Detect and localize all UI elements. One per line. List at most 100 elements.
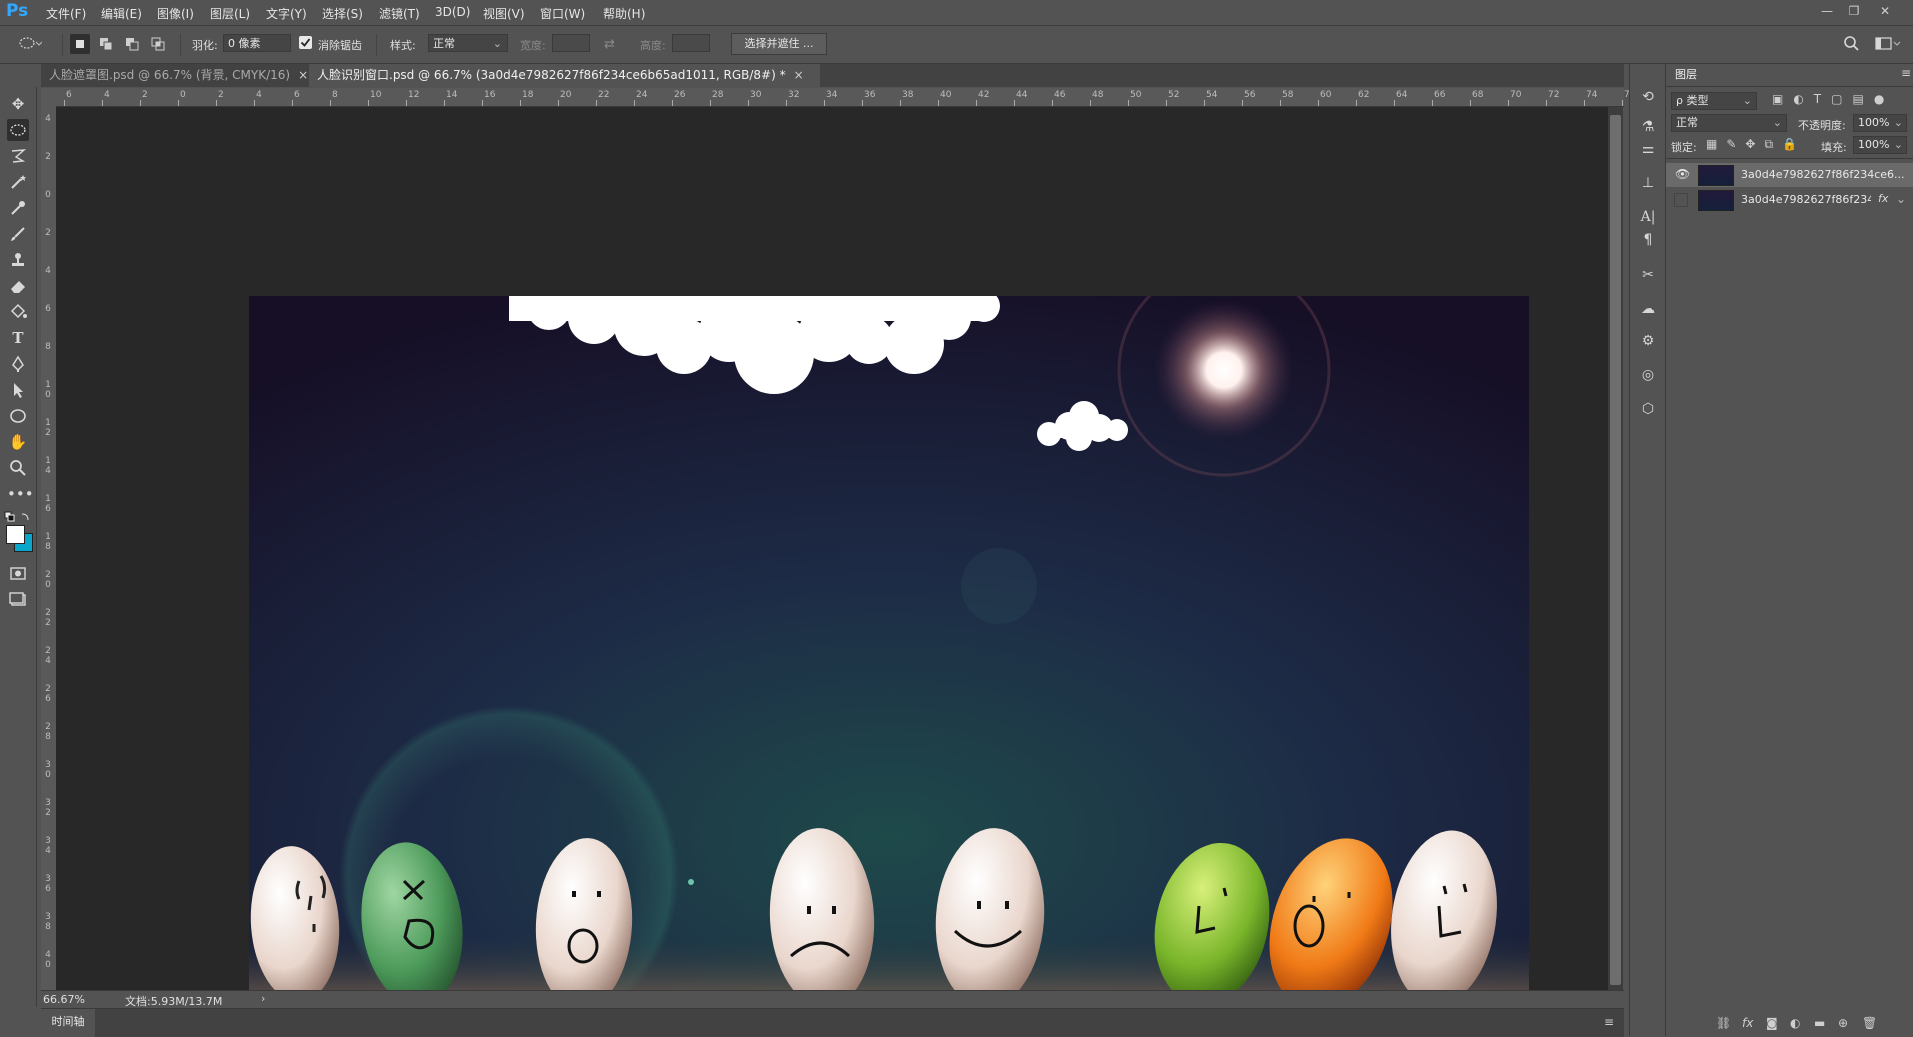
chevron-down-icon[interactable]: ⌄: [1896, 192, 1906, 206]
tab-face-mask[interactable]: 人脸遮罩图.psd @ 66.7% (背景, CMYK/16) ×: [41, 64, 309, 87]
menu-3d[interactable]: 3D(D): [435, 5, 470, 19]
eraser-icon[interactable]: [7, 275, 29, 297]
select-and-mask-button[interactable]: 选择并遮住 ...: [731, 33, 827, 55]
swap-dimensions-icon[interactable]: ⇄: [604, 37, 615, 52]
tab-face-recognition[interactable]: 人脸识别窗口.psd @ 66.7% (3a0d4e7982627f86f234…: [309, 64, 820, 87]
intersect-selection-button[interactable]: [148, 34, 168, 54]
subtract-selection-button[interactable]: [122, 34, 142, 54]
panel-menu-icon[interactable]: ≡: [1901, 66, 1911, 80]
tools-preset-icon[interactable]: ✂: [1637, 264, 1659, 286]
folder-icon[interactable]: ▬: [1814, 1016, 1825, 1030]
eye-icon[interactable]: 👁: [1675, 167, 1690, 181]
ruler-tick-label: 52: [1168, 90, 1180, 100]
ruler-tick-label: 54: [1206, 90, 1218, 100]
scrollbar-thumb[interactable]: [1610, 115, 1621, 985]
paragraph-icon[interactable]: ¶: [1637, 229, 1659, 251]
visibility-toggle[interactable]: [1674, 193, 1688, 207]
brush-icon[interactable]: [7, 223, 29, 245]
properties-icon[interactable]: ⚙: [1637, 330, 1659, 352]
marquee-preset-icon[interactable]: [18, 35, 43, 51]
status-menu-arrow[interactable]: ›: [261, 992, 265, 1005]
menu-view[interactable]: 视图(V): [483, 5, 525, 22]
layer-row[interactable]: 3a0d4e7982627f86f234... fx ⌄: [1666, 188, 1913, 212]
quick-mask-icon[interactable]: [7, 563, 29, 585]
menu-layer[interactable]: 图层(L): [210, 5, 250, 22]
ruler-tick-mark: [672, 100, 673, 106]
width-input[interactable]: [552, 34, 590, 52]
feather-input[interactable]: 0 像素: [223, 34, 291, 52]
ruler-tick-label: 38: [45, 912, 51, 932]
menu-filter[interactable]: 滤镜(T): [379, 5, 420, 22]
link-layers-icon[interactable]: ⛓: [1716, 1016, 1731, 1030]
new-selection-button[interactable]: [70, 34, 90, 54]
pen-icon[interactable]: [7, 353, 29, 375]
clone-source-icon[interactable]: ⊥: [1637, 172, 1659, 194]
mask-icon[interactable]: ◙: [1766, 1016, 1778, 1030]
menu-window[interactable]: 窗口(W): [540, 5, 585, 22]
menu-type[interactable]: 文字(Y): [266, 5, 307, 22]
brush-settings-icon[interactable]: ⚗: [1637, 116, 1659, 138]
menu-edit[interactable]: 编辑(E): [101, 5, 142, 22]
adjustment-layer-icon[interactable]: ◐: [1790, 1016, 1800, 1030]
fx-icon[interactable]: fx: [1878, 192, 1888, 205]
opacity-input[interactable]: 100% ⌄: [1853, 114, 1907, 132]
layer-row[interactable]: 👁 3a0d4e7982627f86f234ce6...: [1666, 163, 1913, 187]
channels-icon[interactable]: ◎: [1637, 364, 1659, 386]
blend-mode-select[interactable]: 正常 ⌄: [1671, 114, 1787, 132]
layer-filter-select[interactable]: ρ 类型 ⌄: [1671, 92, 1757, 110]
3d-icon[interactable]: ⬡: [1637, 398, 1659, 420]
height-input[interactable]: [672, 34, 710, 52]
layers-tab[interactable]: 图层: [1666, 64, 1706, 88]
layer-name[interactable]: 3a0d4e7982627f86f234...: [1741, 193, 1871, 206]
stamp-icon[interactable]: [7, 249, 29, 271]
antialias-checkbox[interactable]: [299, 36, 312, 49]
layer-name[interactable]: 3a0d4e7982627f86f234ce6...: [1741, 168, 1905, 181]
document-canvas[interactable]: [249, 296, 1529, 1016]
foreground-color-swatch[interactable]: [6, 525, 25, 544]
options-bar: 羽化: 0 像素 消除锯齿 样式: 正常 ⌄ 宽度: ⇄ 高度: 选择并遮住 .…: [0, 26, 1913, 64]
workspace-icon[interactable]: [1875, 36, 1901, 55]
hand-icon[interactable]: ✋: [7, 431, 29, 453]
minimize-button[interactable]: —: [1815, 2, 1839, 20]
zoom-readout[interactable]: 66.67%: [43, 993, 85, 1006]
more-icon[interactable]: •••: [7, 483, 34, 505]
menu-image[interactable]: 图像(I): [157, 5, 194, 22]
ruler-tick-label: 8: [45, 342, 51, 352]
marquee-ellipse-icon[interactable]: [7, 119, 29, 141]
character-icon[interactable]: A|: [1637, 206, 1659, 228]
trash-icon[interactable]: 🗑: [1862, 1016, 1877, 1030]
ellipse-shape-icon[interactable]: [7, 405, 29, 427]
ruler-tick-label: 4: [256, 90, 262, 100]
ruler-tick-mark: [1394, 100, 1395, 106]
screen-mode-icon[interactable]: [7, 589, 29, 611]
libraries-icon[interactable]: ☁: [1637, 298, 1659, 320]
timeline-tab[interactable]: 时间轴: [41, 1009, 95, 1037]
magic-wand-icon[interactable]: [7, 171, 29, 193]
search-icon[interactable]: [1842, 35, 1860, 56]
lock-icons[interactable]: ▦✎✥⧉🔒: [1706, 137, 1806, 152]
fill-input[interactable]: 100% ⌄: [1853, 136, 1907, 154]
canvas-area[interactable]: [56, 107, 1608, 1016]
eyedropper-icon[interactable]: [7, 197, 29, 219]
restore-button[interactable]: ❐: [1842, 2, 1866, 20]
type-icon[interactable]: T: [7, 327, 29, 349]
close-icon[interactable]: ×: [298, 68, 308, 82]
menu-file[interactable]: 文件(F): [46, 5, 86, 22]
fx-icon[interactable]: fx: [1742, 1016, 1753, 1030]
history-icon[interactable]: ⟲: [1637, 86, 1659, 108]
close-window-button[interactable]: ✕: [1873, 2, 1897, 20]
add-selection-button[interactable]: [96, 34, 116, 54]
adjustments-icon[interactable]: ⚌: [1637, 138, 1659, 160]
paint-bucket-icon[interactable]: [7, 301, 29, 323]
new-layer-icon[interactable]: ⊕: [1838, 1016, 1848, 1030]
menu-select[interactable]: 选择(S): [322, 5, 363, 22]
path-select-icon[interactable]: [7, 379, 29, 401]
menu-help[interactable]: 帮助(H): [603, 5, 645, 22]
layer-filter-icons[interactable]: ▣◐T▢▤●: [1772, 92, 1894, 106]
close-icon[interactable]: ×: [794, 68, 804, 82]
lasso-icon[interactable]: [7, 145, 29, 167]
panel-menu-icon[interactable]: ≡: [1604, 1015, 1614, 1029]
style-select[interactable]: 正常 ⌄: [428, 34, 508, 52]
move-icon[interactable]: ✥: [7, 93, 29, 115]
zoom-icon[interactable]: [7, 457, 29, 479]
